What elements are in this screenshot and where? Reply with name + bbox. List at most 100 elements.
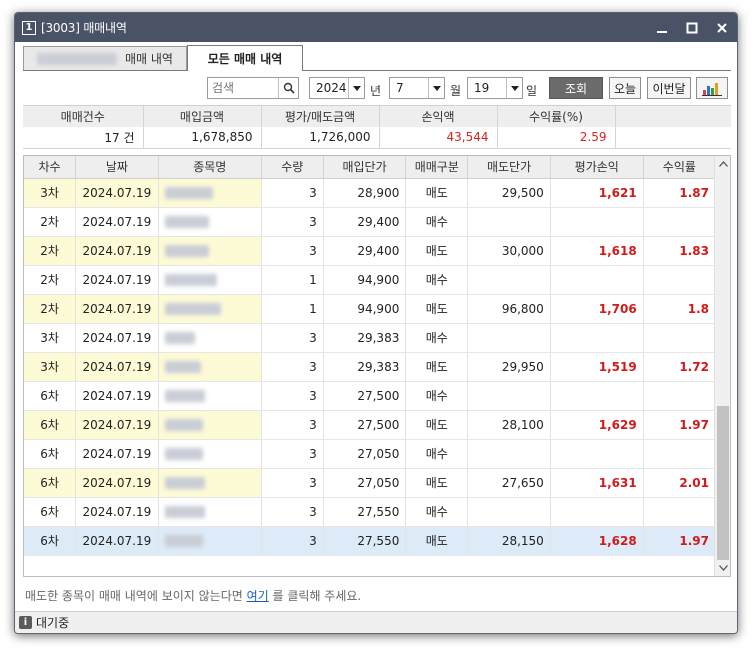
date-cell: 2024.07.19 xyxy=(75,381,159,411)
table-row[interactable]: 3차 2024.07.19 3 29,383 매수 xyxy=(24,323,717,353)
close-button[interactable] xyxy=(707,13,737,42)
stock-name-redacted xyxy=(164,216,209,228)
grid-header-cell[interactable]: 매매구분 xyxy=(405,156,469,179)
stock-name-redacted xyxy=(164,332,195,344)
pnl-cell: 1,631 xyxy=(550,468,644,498)
sell-price-cell xyxy=(467,439,551,469)
table-row[interactable]: 6차 2024.07.19 3 27,500 매수 xyxy=(24,381,717,411)
month-value: 7 xyxy=(396,81,404,95)
table-row[interactable]: 6차 2024.07.19 3 27,050 매수 xyxy=(24,439,717,469)
month-dropdown-arrow[interactable] xyxy=(428,78,444,98)
table-row[interactable]: 2차 2024.07.19 3 29,400 매수 xyxy=(24,207,717,237)
grid-header-cell[interactable]: 수익률 xyxy=(643,156,717,179)
trade-type-cell: 매수 xyxy=(405,497,469,527)
date-cell: 2024.07.19 xyxy=(75,410,159,440)
day-unit-label: 일 xyxy=(526,84,538,98)
grid-header-cell[interactable]: 평가손익 xyxy=(550,156,644,179)
sell-price-cell xyxy=(467,207,551,237)
tab-strip: 매매 내역 모든 매매 내역 xyxy=(23,45,731,71)
return-rate-cell xyxy=(643,323,717,353)
table-row[interactable]: 6차 2024.07.19 3 27,500 매도 28,100 1,629 1.97 xyxy=(24,410,717,440)
maximize-icon xyxy=(686,22,698,33)
buy-price-cell: 27,550 xyxy=(323,497,407,527)
return-rate-cell xyxy=(643,439,717,469)
table-row[interactable]: 6차 2024.07.19 3 27,550 매도 28,150 1,628 1.97 xyxy=(24,526,717,556)
stock-name-cell xyxy=(158,178,262,208)
pnl-cell xyxy=(550,323,644,353)
date-cell: 2024.07.19 xyxy=(75,207,159,237)
grid-header-cell[interactable]: 종목명 xyxy=(158,156,262,179)
sell-price-cell: 29,500 xyxy=(467,178,551,208)
title-bar[interactable]: 1 [3003] 매매내역 xyxy=(15,13,737,42)
buy-price-cell: 27,050 xyxy=(323,439,407,469)
stock-name-cell xyxy=(158,265,262,295)
table-row[interactable]: 3차 2024.07.19 3 28,900 매도 29,500 1,621 1.87 xyxy=(24,178,717,208)
year-dropdown-arrow[interactable] xyxy=(348,78,364,98)
summary-panel: 매매건수 매입금액 평가/매도금액 손익액 수익률(%) 17 건 1,678,… xyxy=(23,105,731,149)
stock-name-cell xyxy=(158,439,262,469)
round-cell: 2차 xyxy=(24,236,77,266)
status-bar: i 대기중 xyxy=(15,611,737,633)
stock-name-redacted xyxy=(164,535,203,547)
trade-type-cell: 매수 xyxy=(405,381,469,411)
sell-price-cell xyxy=(467,265,551,295)
today-button[interactable]: 오늘 xyxy=(609,77,641,99)
buy-price-cell: 29,383 xyxy=(323,352,407,382)
tab-all-trade-history[interactable]: 모든 매매 내역 xyxy=(187,45,303,71)
pnl-cell xyxy=(550,497,644,527)
trade-type-cell: 매도 xyxy=(405,294,469,324)
day-dropdown-arrow[interactable] xyxy=(506,78,522,98)
stock-name-redacted xyxy=(164,506,205,518)
info-icon: i xyxy=(19,616,32,629)
search-input[interactable] xyxy=(208,79,278,97)
window-title: [3003] 매매내역 xyxy=(41,21,127,35)
sell-price-cell: 27,650 xyxy=(467,468,551,498)
query-button[interactable]: 조회 xyxy=(549,77,603,99)
grid-header-cell[interactable]: 날짜 xyxy=(75,156,159,179)
grid-header-cell[interactable]: 매도단가 xyxy=(467,156,551,179)
trade-type-cell: 매도 xyxy=(405,178,469,208)
round-cell: 6차 xyxy=(24,526,77,556)
table-row[interactable]: 6차 2024.07.19 3 27,550 매수 xyxy=(24,497,717,527)
grid-header-cell[interactable]: 매입단가 xyxy=(323,156,407,179)
grid-header-cell[interactable]: 차수 xyxy=(24,156,77,179)
search-button[interactable] xyxy=(278,78,298,98)
account-name-redacted xyxy=(37,52,117,65)
buy-price-cell: 27,500 xyxy=(323,410,407,440)
grid-header-cell[interactable]: 수량 xyxy=(261,156,324,179)
tab-trade-history[interactable]: 매매 내역 xyxy=(23,46,187,70)
table-row[interactable]: 2차 2024.07.19 1 94,900 매수 xyxy=(24,265,717,295)
hint-link[interactable]: 여기 xyxy=(247,589,269,603)
vertical-scrollbar[interactable] xyxy=(714,156,730,576)
pnl-cell xyxy=(550,207,644,237)
return-rate-cell: 1.83 xyxy=(643,236,717,266)
this-month-button[interactable]: 이번달 xyxy=(647,77,691,99)
trade-type-cell: 매도 xyxy=(405,410,469,440)
round-cell: 6차 xyxy=(24,381,77,411)
search-toolbar: 2024 년 7 월 19 일 조회 오늘 이번달 xyxy=(15,75,737,103)
month-select[interactable]: 7 xyxy=(389,77,445,99)
search-box[interactable] xyxy=(207,77,299,99)
bar-chart-icon xyxy=(702,83,722,96)
stock-name-cell xyxy=(158,410,262,440)
scroll-thumb[interactable] xyxy=(717,406,729,560)
hint-text-before: 매도한 종목이 매매 내역에 보이지 않는다면 xyxy=(25,589,247,603)
pnl-cell xyxy=(550,439,644,469)
buy-price-cell: 94,900 xyxy=(323,265,407,295)
round-cell: 6차 xyxy=(24,497,77,527)
table-row[interactable]: 2차 2024.07.19 1 94,900 매도 96,800 1,706 1.8 xyxy=(24,294,717,324)
minimize-button[interactable] xyxy=(647,13,677,42)
year-select[interactable]: 2024 xyxy=(309,77,365,99)
table-row[interactable]: 6차 2024.07.19 3 27,050 매도 27,650 1,631 2.01 xyxy=(24,468,717,498)
chart-button[interactable] xyxy=(696,77,728,99)
scroll-up-arrow[interactable] xyxy=(715,156,730,172)
maximize-button[interactable] xyxy=(677,13,707,42)
day-select[interactable]: 19 xyxy=(467,77,523,99)
summary-return-rate: 2.59 xyxy=(497,127,616,149)
table-row[interactable]: 2차 2024.07.19 3 29,400 매도 30,000 1,618 1.83 xyxy=(24,236,717,266)
table-row[interactable]: 3차 2024.07.19 3 29,383 매도 29,950 1,519 1.72 xyxy=(24,352,717,382)
quantity-cell: 3 xyxy=(261,178,324,208)
stock-name-redacted xyxy=(164,245,209,257)
scroll-down-arrow[interactable] xyxy=(715,560,730,576)
trade-history-window: 1 [3003] 매매내역 매매 내역 모든 매매 내역 검색 2024 년 7… xyxy=(14,12,738,634)
